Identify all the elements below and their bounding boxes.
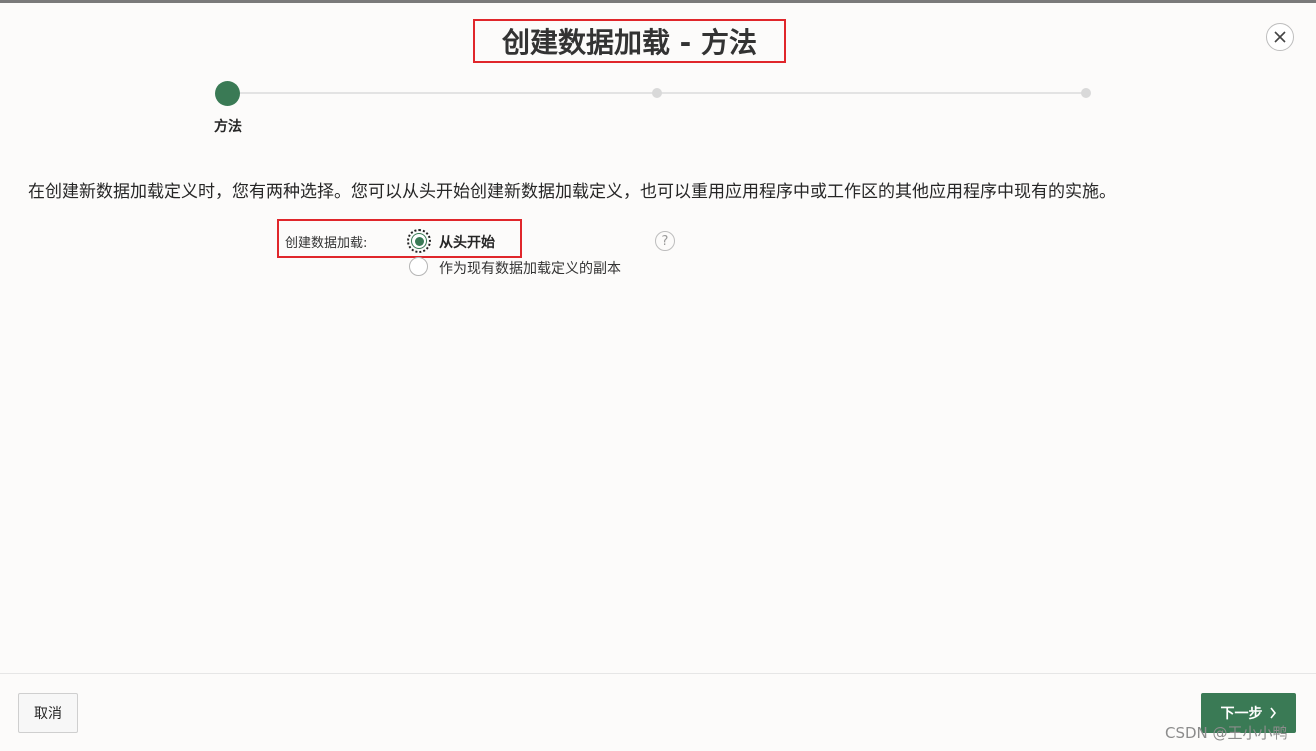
help-icon[interactable]: ? bbox=[655, 231, 675, 251]
dialog-title: 创建数据加载 - 方法 bbox=[473, 19, 786, 63]
description-text: 在创建新数据加载定义时，您有两种选择。您可以从头开始创建新数据加载定义，也可以重… bbox=[28, 182, 1116, 202]
footer-divider bbox=[0, 673, 1316, 674]
next-button-label: 下一步 bbox=[1220, 706, 1263, 722]
cancel-button[interactable]: 取消 bbox=[18, 693, 78, 733]
window-top-border bbox=[0, 0, 1316, 3]
option-from-scratch-label[interactable]: 从头开始 bbox=[439, 232, 495, 252]
watermark-text: CSDN @王小小鸭 bbox=[1165, 724, 1288, 742]
close-button[interactable] bbox=[1266, 23, 1294, 51]
step-indicator-3 bbox=[1081, 88, 1091, 98]
option-copy-existing-label[interactable]: 作为现有数据加载定义的副本 bbox=[439, 258, 621, 278]
radio-from-scratch[interactable] bbox=[407, 229, 431, 253]
create-mode-label: 创建数据加载: bbox=[285, 236, 368, 251]
radio-ring bbox=[411, 233, 427, 249]
dialog-title-text: 创建数据加载 - 方法 bbox=[501, 26, 758, 59]
close-icon bbox=[1274, 31, 1286, 43]
step-indicator-current bbox=[215, 81, 240, 106]
radio-dot bbox=[414, 236, 424, 246]
cancel-button-label: 取消 bbox=[34, 706, 62, 722]
step-label-method: 方法 bbox=[214, 119, 242, 135]
chevron-right-icon bbox=[1269, 707, 1276, 719]
radio-copy-existing[interactable] bbox=[409, 257, 428, 276]
step-indicator-2 bbox=[652, 88, 662, 98]
